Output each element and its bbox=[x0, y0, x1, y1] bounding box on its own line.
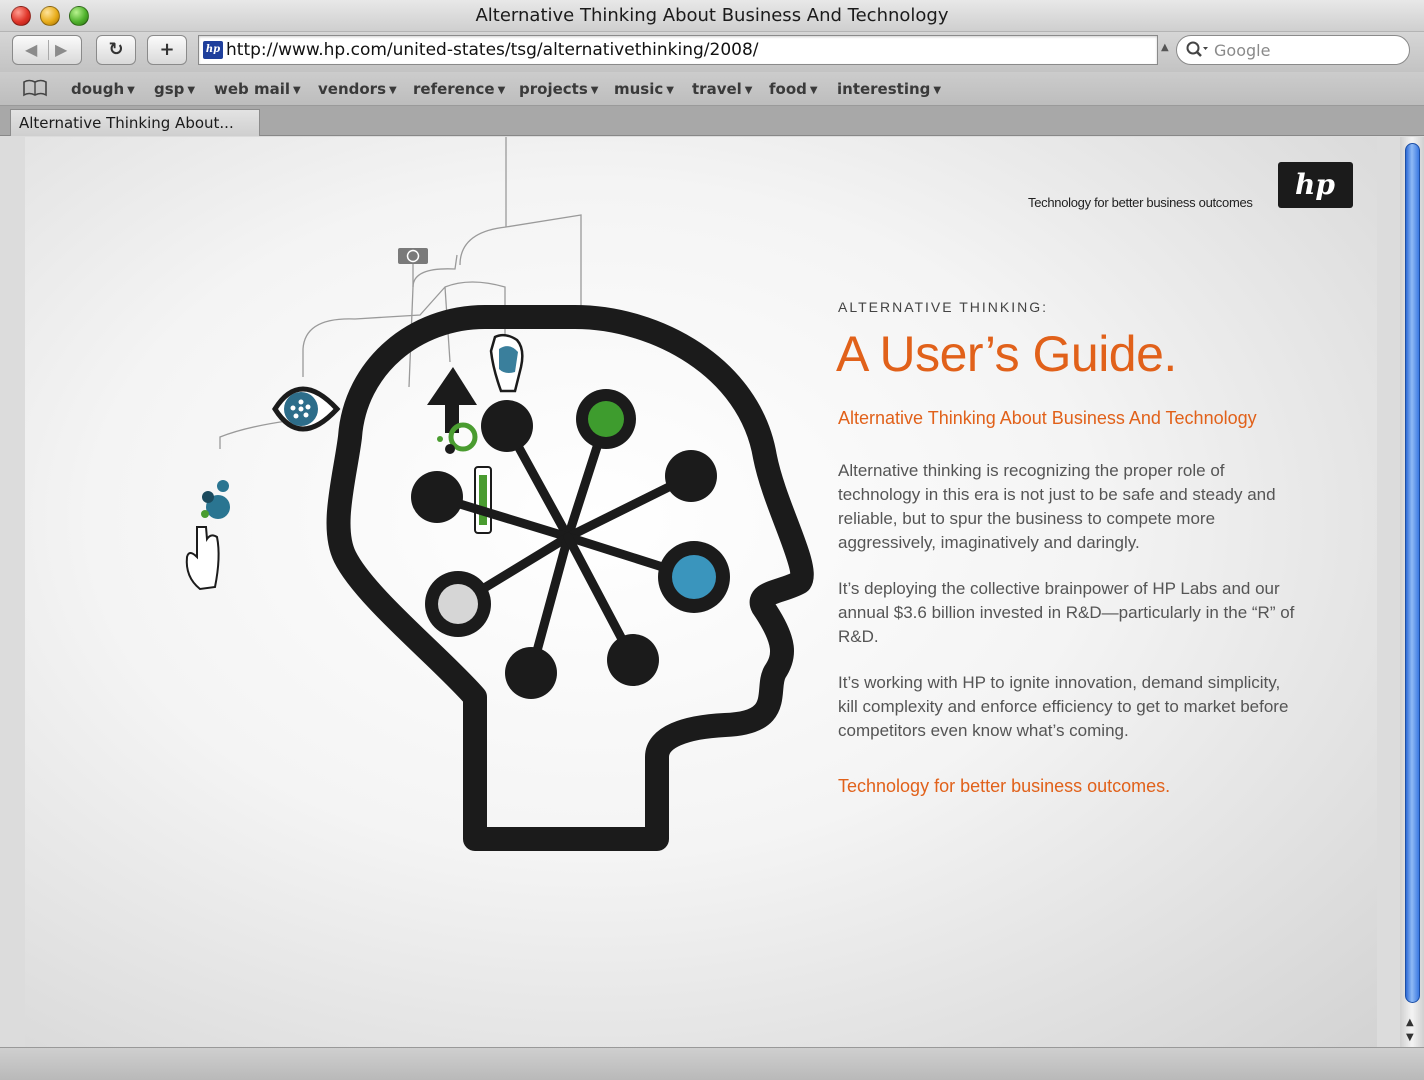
page-title: A User’s Guide. bbox=[836, 326, 1177, 382]
vertical-scrollbar[interactable]: ▲ ▼ bbox=[1400, 137, 1424, 1047]
head-illustration bbox=[185, 137, 814, 851]
hp-logo[interactable]: hp bbox=[1278, 162, 1353, 208]
plus-icon: + bbox=[159, 39, 175, 60]
node-black-top-right bbox=[665, 450, 717, 502]
closing-line: Technology for better business outcomes. bbox=[838, 776, 1171, 796]
page-subtitle: Alternative Thinking About Business And … bbox=[838, 408, 1257, 428]
bookmark-music[interactable]: music ▼ bbox=[614, 80, 674, 98]
bookmark-web-mail[interactable]: web mail ▼ bbox=[214, 80, 301, 98]
head-outline bbox=[326, 305, 814, 851]
node-gray-core bbox=[438, 584, 478, 624]
node-blue-core bbox=[672, 555, 716, 599]
url-dropdown-icon[interactable]: ▲ bbox=[1161, 42, 1169, 53]
paragraph-1: Alternative thinking is recognizing the … bbox=[838, 461, 1276, 552]
scroll-down-arrow-icon[interactable]: ▼ bbox=[1406, 1032, 1414, 1043]
search-icon bbox=[1185, 39, 1209, 65]
hand-ornament bbox=[185, 480, 230, 591]
bookmark-projects[interactable]: projects ▼ bbox=[519, 80, 598, 98]
book-icon[interactable] bbox=[22, 78, 48, 103]
network-spokes bbox=[432, 414, 699, 678]
bookmarks-bar: dough ▼ gsp ▼ web mail ▼ vendors ▼ reference… bbox=[0, 72, 1424, 106]
scrollbar-thumb[interactable] bbox=[1405, 143, 1420, 1003]
bookmark-interesting[interactable]: interesting ▼ bbox=[837, 80, 941, 98]
hp-favicon-icon: hp bbox=[203, 41, 223, 59]
eye-ornament bbox=[272, 386, 341, 432]
add-bookmark-button[interactable]: + bbox=[147, 35, 187, 65]
paragraph-3: It’s working with HP to ignite innovatio… bbox=[838, 673, 1289, 740]
node-green-core bbox=[588, 401, 624, 437]
web-page-content: Technology for better business outcomes … bbox=[25, 137, 1377, 1047]
address-bar[interactable]: hp http://www.hp.com/united-states/tsg/a… bbox=[198, 35, 1158, 65]
hp-logo-mark: hp bbox=[1295, 168, 1335, 201]
hp-tagline: Technology for better business outcomes bbox=[1028, 195, 1253, 210]
bookmark-gsp[interactable]: gsp ▼ bbox=[154, 80, 195, 98]
search-field[interactable]: Google bbox=[1176, 35, 1410, 65]
search-placeholder: Google bbox=[1214, 41, 1271, 60]
node-black-left bbox=[411, 471, 463, 523]
paragraph-2: It’s deploying the collective brainpower… bbox=[838, 579, 1295, 646]
node-black-top-left bbox=[481, 400, 533, 452]
url-text[interactable]: http://www.hp.com/united-states/tsg/alte… bbox=[226, 40, 759, 60]
reload-button[interactable]: ↻ bbox=[96, 35, 136, 65]
bookmark-dough[interactable]: dough ▼ bbox=[71, 80, 135, 98]
tab-alternative-thinking[interactable]: Alternative Thinking About... bbox=[10, 109, 260, 136]
bookmark-food[interactable]: food ▼ bbox=[769, 80, 818, 98]
back-forward-buttons: ◀ ▶ bbox=[12, 35, 82, 65]
hp-logo-text: hp bbox=[1295, 168, 1335, 201]
eyebrow-heading: ALTERNATIVE THINKING: bbox=[838, 299, 1049, 315]
reload-icon: ↻ bbox=[108, 39, 124, 60]
scroll-up-arrow-icon[interactable]: ▲ bbox=[1406, 1017, 1414, 1028]
status-bar bbox=[0, 1047, 1424, 1080]
title-bar: Alternative Thinking About Business And … bbox=[0, 0, 1424, 32]
forward-arrow-icon[interactable]: ▶ bbox=[55, 40, 67, 59]
nav-divider bbox=[48, 40, 49, 60]
bookmark-reference[interactable]: reference ▼ bbox=[413, 80, 505, 98]
small-head-ornament bbox=[489, 333, 524, 393]
tab-bar: Alternative Thinking About... bbox=[0, 106, 1424, 136]
bookmark-vendors[interactable]: vendors ▼ bbox=[318, 80, 397, 98]
back-arrow-icon[interactable]: ◀ bbox=[25, 40, 37, 59]
bookmark-travel[interactable]: travel ▼ bbox=[692, 80, 753, 98]
node-black-bottom-right bbox=[607, 634, 659, 686]
mobile-strings bbox=[219, 137, 582, 449]
browser-toolbar: ◀ ▶ ↻ + hp http://www.hp.com/united-stat… bbox=[0, 32, 1424, 72]
window-title: Alternative Thinking About Business And … bbox=[475, 5, 949, 26]
node-black-bottom-left bbox=[505, 647, 557, 699]
